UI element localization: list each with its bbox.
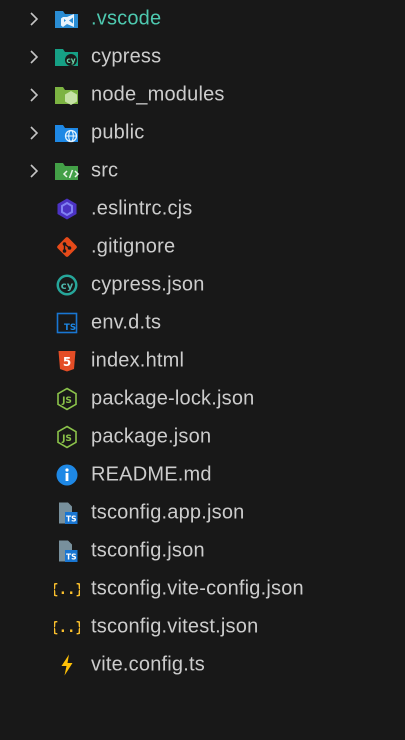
tree-item-label: package.json bbox=[91, 425, 212, 448]
src-folder-icon bbox=[54, 158, 80, 184]
tree-item-label: README.md bbox=[91, 463, 212, 486]
cypress-icon: cy bbox=[54, 272, 80, 298]
tree-item-label: src bbox=[91, 159, 119, 182]
tree-item-label: node_modules bbox=[91, 83, 225, 106]
html5-icon: 5 bbox=[54, 348, 80, 374]
file-explorer-tree: .vscode cy cypress node_modules public s… bbox=[0, 0, 405, 740]
tree-item-gitignore[interactable]: .gitignore bbox=[0, 228, 405, 266]
git-icon bbox=[54, 234, 80, 260]
svg-text:TS: TS bbox=[64, 323, 76, 333]
tree-item-label: tsconfig.app.json bbox=[91, 501, 245, 524]
svg-text:TS: TS bbox=[66, 553, 77, 562]
tsconfig-icon: TS bbox=[54, 500, 80, 526]
tree-item-env-d-ts[interactable]: TS env.d.ts bbox=[0, 304, 405, 342]
svg-text:cy: cy bbox=[61, 281, 74, 292]
tree-item-package-json[interactable]: JS package.json bbox=[0, 418, 405, 456]
chevron-right-icon[interactable] bbox=[26, 87, 42, 103]
svg-text:{..}: {..} bbox=[54, 620, 80, 636]
tree-item-node-modules-folder[interactable]: node_modules bbox=[0, 76, 405, 114]
tree-item-label: tsconfig.vite-config.json bbox=[91, 577, 304, 600]
tree-item-label: package-lock.json bbox=[91, 387, 255, 410]
vscode-folder-icon bbox=[54, 6, 80, 32]
info-icon bbox=[54, 462, 80, 488]
tree-item-cypress-folder[interactable]: cy cypress bbox=[0, 38, 405, 76]
svg-text:TS: TS bbox=[66, 515, 77, 524]
tree-item-readme[interactable]: README.md bbox=[0, 456, 405, 494]
eslint-icon bbox=[54, 196, 80, 222]
tree-item-package-lock-json[interactable]: JS package-lock.json bbox=[0, 380, 405, 418]
nodejs-icon: JS bbox=[54, 424, 80, 450]
chevron-right-icon[interactable] bbox=[26, 49, 42, 65]
chevron-right-icon[interactable] bbox=[26, 11, 42, 27]
tree-item-cypress-json[interactable]: cy cypress.json bbox=[0, 266, 405, 304]
tree-item-label: cypress.json bbox=[91, 273, 205, 296]
typescript-def-icon: TS bbox=[54, 310, 80, 336]
nodejs-icon: JS bbox=[54, 386, 80, 412]
tree-item-label: tsconfig.vitest.json bbox=[91, 615, 259, 638]
tree-item-label: public bbox=[91, 121, 145, 144]
tree-item-label: index.html bbox=[91, 349, 185, 372]
tree-item-eslintrc[interactable]: .eslintrc.cjs bbox=[0, 190, 405, 228]
svg-text:5: 5 bbox=[63, 355, 71, 369]
tree-item-src-folder[interactable]: src bbox=[0, 152, 405, 190]
chevron-right-icon[interactable] bbox=[26, 125, 42, 141]
tree-item-label: cypress bbox=[91, 45, 162, 68]
tree-item-label: .gitignore bbox=[91, 235, 176, 258]
tree-item-index-html[interactable]: 5 index.html bbox=[0, 342, 405, 380]
tree-item-vscode-folder[interactable]: .vscode bbox=[0, 0, 405, 38]
tree-item-label: vite.config.ts bbox=[91, 653, 205, 676]
svg-text:JS: JS bbox=[61, 434, 72, 444]
tree-item-tsconfig-json[interactable]: TS tsconfig.json bbox=[0, 532, 405, 570]
vite-icon bbox=[54, 652, 80, 678]
tree-item-label: .vscode bbox=[91, 7, 162, 30]
tree-item-tsconfig-vitest-json[interactable]: {..} tsconfig.vitest.json bbox=[0, 608, 405, 646]
public-folder-icon bbox=[54, 120, 80, 146]
json-braces-icon: {..} bbox=[54, 576, 80, 602]
tree-item-public-folder[interactable]: public bbox=[0, 114, 405, 152]
node-folder-icon bbox=[54, 82, 80, 108]
chevron-right-icon[interactable] bbox=[26, 163, 42, 179]
tree-item-tsconfig-app-json[interactable]: TS tsconfig.app.json bbox=[0, 494, 405, 532]
tree-item-label: .eslintrc.cjs bbox=[91, 197, 193, 220]
tree-item-vite-config-ts[interactable]: vite.config.ts bbox=[0, 646, 405, 684]
tree-item-label: tsconfig.json bbox=[91, 539, 205, 562]
svg-text:JS: JS bbox=[61, 396, 72, 406]
json-braces-icon: {..} bbox=[54, 614, 80, 640]
tree-item-label: env.d.ts bbox=[91, 311, 162, 334]
cypress-folder-icon: cy bbox=[54, 44, 80, 70]
svg-text:{..}: {..} bbox=[54, 582, 80, 598]
tsconfig-icon: TS bbox=[54, 538, 80, 564]
tree-item-tsconfig-vite-config-json[interactable]: {..} tsconfig.vite-config.json bbox=[0, 570, 405, 608]
svg-text:cy: cy bbox=[66, 56, 75, 65]
